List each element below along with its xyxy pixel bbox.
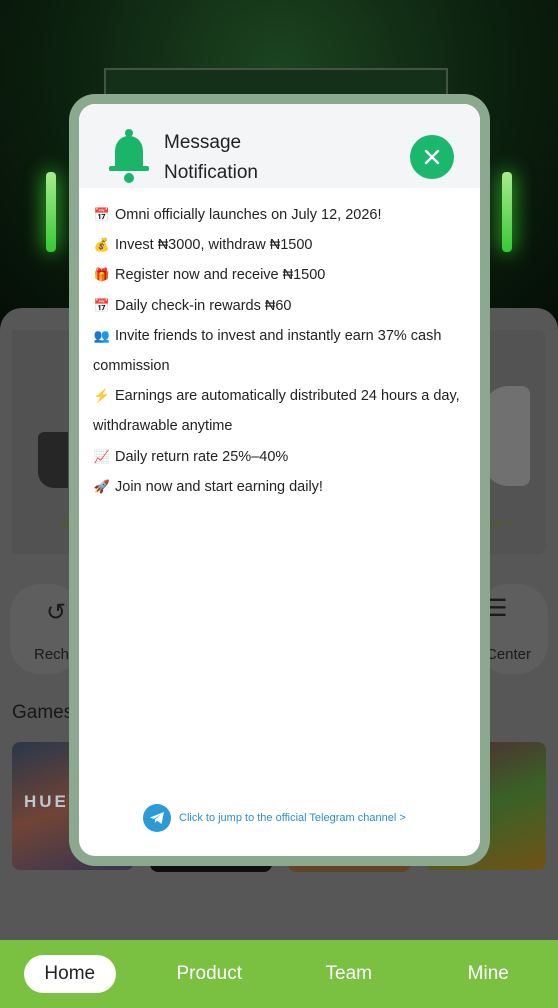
telegram-icon xyxy=(143,804,171,832)
message-text: Omni officially launches on July 12, 202… xyxy=(115,207,382,223)
message-line: 🚀 Join now and start earning daily! xyxy=(93,472,461,502)
message-text: Invite friends to invest and instantly e… xyxy=(93,327,442,375)
message-text: Earnings are automatically distributed 2… xyxy=(93,388,460,435)
message-text: Daily return rate 25%–40% xyxy=(115,448,289,465)
bell-icon xyxy=(109,129,149,183)
telegram-link[interactable]: Click to jump to the official Telegram c… xyxy=(143,804,406,832)
nav-team[interactable]: Team xyxy=(303,955,395,993)
money-bag-icon: 💰 xyxy=(93,237,111,253)
message-text: Join now and start earning daily! xyxy=(115,478,323,495)
close-icon xyxy=(424,149,440,165)
rocket-icon: 🚀 xyxy=(93,478,111,494)
message-body: 📅 Omni officially launches on July 12, 20… xyxy=(93,200,461,502)
message-line: 🎁 Register now and receive ₦1500 xyxy=(93,260,461,290)
message-text: Register now and receive ₦1500 xyxy=(115,267,326,284)
message-text: Daily check-in rewards ₦60 xyxy=(115,297,292,314)
message-line: 💰 Invest ₦3000, withdraw ₦1500 xyxy=(93,230,461,260)
message-line: 📅 Omni officially launches on July 12, 20… xyxy=(93,200,461,230)
modal-title: Message Notification xyxy=(164,128,364,188)
message-line: 👥 Invite friends to invest and instantly … xyxy=(93,321,461,381)
nav-product[interactable]: Product xyxy=(163,955,255,993)
lightning-icon: ⚡ xyxy=(93,388,111,404)
message-line: ⚡ Earnings are automatically distributed … xyxy=(93,381,461,441)
gift-icon: 🎁 xyxy=(93,267,111,283)
message-line: 📅 Daily check-in rewards ₦60 xyxy=(93,291,461,321)
message-line: 📈 Daily return rate 25%–40% xyxy=(93,442,461,472)
message-text: Invest ₦3000, withdraw ₦1500 xyxy=(115,237,313,254)
bottom-nav: Home Product Team Mine xyxy=(0,940,558,1008)
modal-header: Message Notification xyxy=(79,104,480,188)
calendar-icon: 📅 xyxy=(93,297,111,313)
people-icon: 👥 xyxy=(93,327,111,343)
notification-modal: Message Notification 📅 Omni officially la… xyxy=(79,104,480,856)
telegram-link-text[interactable]: Click to jump to the official Telegram c… xyxy=(179,812,406,824)
nav-mine[interactable]: Mine xyxy=(442,955,534,993)
nav-home[interactable]: Home xyxy=(23,955,116,993)
calendar-icon: 📅 xyxy=(93,207,111,222)
close-button[interactable] xyxy=(410,135,454,179)
modal-title-line2: Notification xyxy=(164,162,258,183)
chart-up-icon: 📈 xyxy=(93,448,111,464)
modal-title-line1: Message xyxy=(164,132,242,153)
